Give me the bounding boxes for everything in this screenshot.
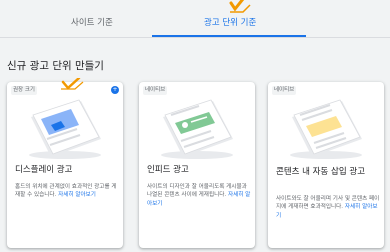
display-ad-card[interactable]: 권장 크기 + 디스플레이 광고 홈드의 위치에 관계없이 효과적인 광고를 게… <box>7 78 123 248</box>
display-ad-illustration-icon <box>29 99 101 159</box>
infeed-ad-illustration-icon <box>161 99 233 159</box>
tab-site-based[interactable]: 사이트 기준 <box>71 16 113 28</box>
card-title: 인피드 광고 <box>147 165 189 175</box>
in-article-ad-illustration-icon <box>290 99 362 159</box>
page-title: 신규 광고 단위 만들기 <box>7 60 104 72</box>
infeed-ad-card[interactable]: 네이티브 인피드 광고 사이트의 디자인과 잘 어울리도록 게시물과 나열된 콘… <box>139 82 255 248</box>
info-icon[interactable]: + <box>111 86 119 94</box>
check-mark-icon <box>61 78 84 90</box>
card-description: 홈드의 위치에 관계없이 효과적인 광고를 게재할 수 있습니다. 자세히 알아… <box>15 183 119 200</box>
native-badge: 네이티브 <box>143 86 168 95</box>
card-description: 사이트와도 잘 어울리며 기사 및 콘텐츠 페이지에 게재하면 효과적입니다. … <box>276 195 380 220</box>
adsense-check-logo-icon <box>229 0 251 13</box>
card-title: 콘텐츠 내 자동 삽입 광고 <box>276 167 366 177</box>
card-title: 디스플레이 광고 <box>15 165 73 175</box>
top-nav: 사이트 기준 광고 단위 기준 <box>0 0 390 38</box>
recommended-size-badge: 권장 크기 <box>11 86 37 95</box>
native-badge: 네이티브 <box>272 86 297 95</box>
learn-more-link[interactable]: 자세히 알아보기 <box>58 192 96 198</box>
nav-divider <box>0 37 390 38</box>
tab-ad-unit-based[interactable]: 광고 단위 기준 <box>204 16 256 28</box>
card-description: 사이트의 디자인과 잘 어울리도록 게시물과 나열된 콘텐츠 사이에 게재됩니다… <box>147 183 251 208</box>
in-article-ad-card[interactable]: 네이티브 콘텐츠 내 자동 삽입 광고 사이트와도 잘 어울리며 기사 및 콘텐… <box>268 82 384 248</box>
